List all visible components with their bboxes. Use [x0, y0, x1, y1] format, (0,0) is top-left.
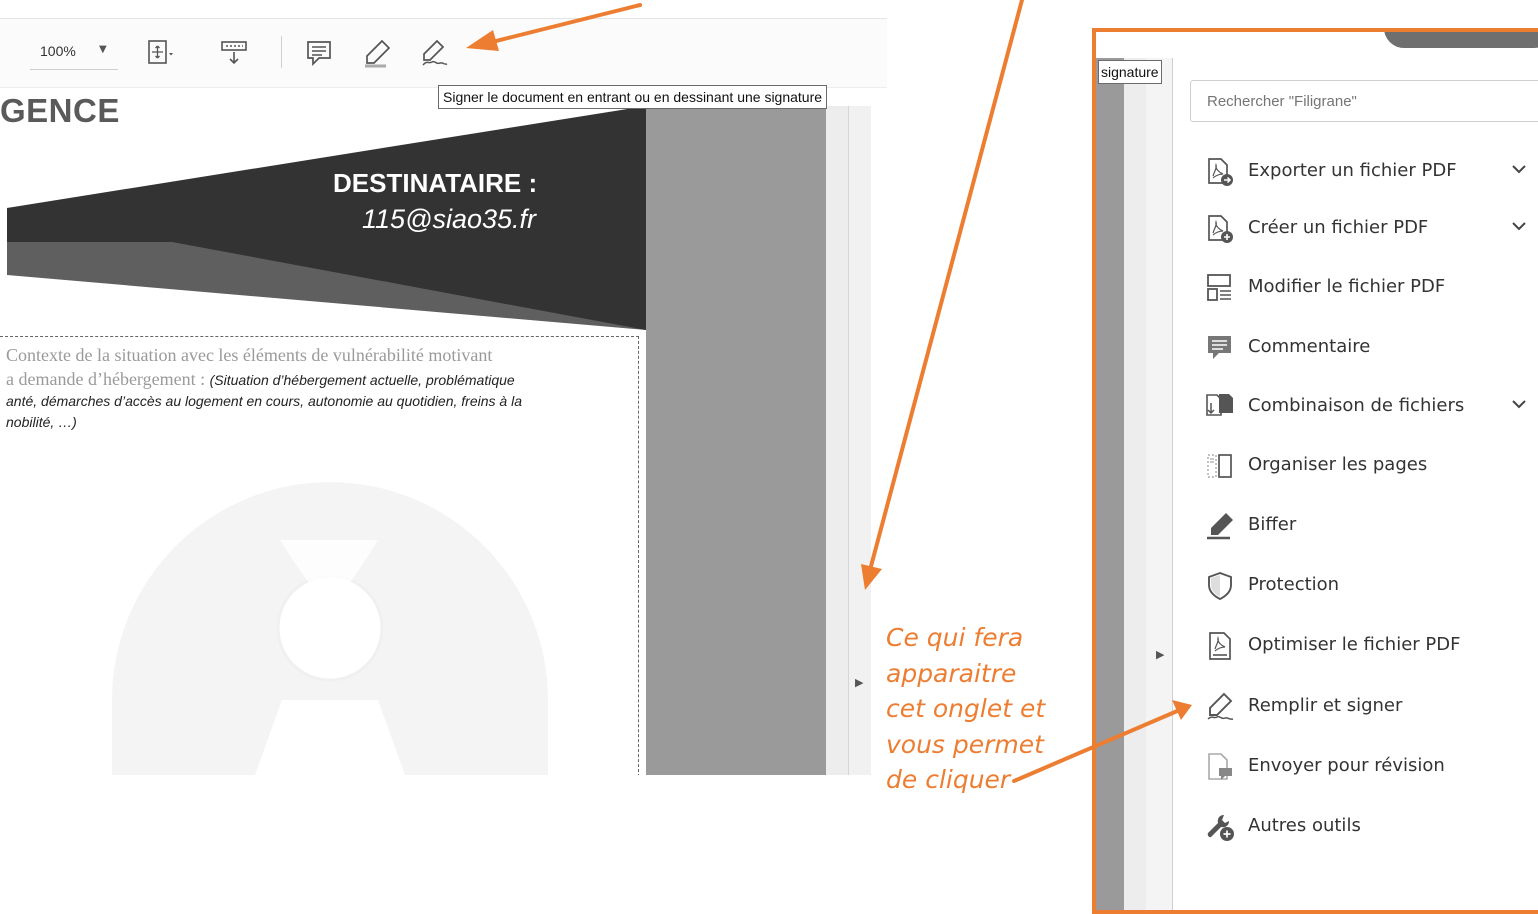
signature-tooltip: signature	[1098, 60, 1162, 84]
document-screenshot: ▶ GENCE DESTINATAIRE : 115@siao35.fr Con…	[0, 0, 887, 775]
fill-sign-icon	[1207, 692, 1234, 720]
create-pdf-icon	[1208, 215, 1233, 243]
tool-combine-files[interactable]: Combinaison de fichiers	[1196, 387, 1538, 427]
tool-send-review[interactable]: Envoyer pour révision	[1196, 747, 1538, 787]
tool-export-pdf[interactable]: Exporter un fichier PDF	[1196, 152, 1538, 192]
context-hint-line: anté, démarches d’accès au logement en c…	[6, 393, 522, 409]
combine-files-icon	[1206, 394, 1233, 416]
chevron-down-icon[interactable]	[1510, 395, 1528, 413]
tool-fill-sign[interactable]: Remplir et signer	[1196, 687, 1538, 727]
page-gutter	[1096, 58, 1124, 910]
tools-panel-screenshot: ▶ signature Exporter un fichier PDF Crée…	[1092, 28, 1538, 914]
fit-page-icon[interactable]	[145, 38, 175, 68]
zoom-dropdown[interactable]: 100%	[40, 43, 76, 59]
redact-icon	[1207, 513, 1233, 540]
chevron-down-icon[interactable]	[1510, 217, 1528, 235]
edit-pdf-icon	[1207, 274, 1231, 301]
tool-label: Créer un fichier PDF	[1248, 217, 1429, 238]
annotation-line: vous permet	[886, 729, 1044, 759]
sign-document-icon[interactable]	[419, 38, 449, 68]
recipient-email: 115@siao35.fr	[362, 204, 537, 234]
panel-expand-arrow-icon[interactable]: ▶	[855, 676, 863, 689]
tool-comment[interactable]: Commentaire	[1196, 328, 1538, 368]
tool-more-tools[interactable]: Autres outils	[1196, 807, 1538, 847]
tool-label: Optimiser le fichier PDF	[1248, 634, 1461, 655]
zoom-underline	[30, 69, 118, 70]
tool-label: Commentaire	[1248, 336, 1371, 357]
tool-edit-pdf[interactable]: Modifier le fichier PDF	[1196, 268, 1538, 308]
optimize-pdf-icon	[1209, 632, 1231, 660]
tool-protection[interactable]: Protection	[1196, 566, 1538, 606]
chevron-down-icon[interactable]	[1510, 160, 1528, 178]
annotation-line: cet onglet et	[886, 694, 1046, 723]
panel-expand-arrow-icon[interactable]: ▶	[1156, 648, 1164, 661]
vertical-scrollbar[interactable]	[1124, 58, 1146, 910]
tool-label: Organiser les pages	[1248, 454, 1428, 475]
tool-label: Exporter un fichier PDF	[1248, 160, 1457, 181]
tool-redact[interactable]: Biffer	[1196, 506, 1538, 546]
chevron-down-icon[interactable]: ▼	[99, 44, 107, 55]
context-label-line: Contexte de la situation avec les élémen…	[6, 345, 493, 365]
page-gutter	[646, 106, 826, 775]
recipient-label: DESTINATAIRE :	[333, 168, 538, 198]
shield-icon	[1208, 571, 1232, 601]
highlight-pen-icon[interactable]	[362, 38, 392, 68]
right-panel-collapsed	[849, 106, 871, 775]
annotation-line: de cliquer	[886, 765, 1011, 794]
toolbar-separator	[281, 36, 282, 68]
context-hint-line: nobilité, …)	[6, 414, 77, 430]
tool-label: Autres outils	[1248, 815, 1361, 836]
annotation-callout: Ce qui fera apparaitre cet onglet et vou…	[886, 620, 1045, 798]
tool-label: Combinaison de fichiers	[1248, 395, 1465, 416]
arrow-to-panel-toggle	[868, 0, 1024, 572]
vertical-scrollbar[interactable]	[826, 106, 848, 775]
export-pdf-icon	[1208, 158, 1233, 186]
comment-icon	[1208, 336, 1231, 359]
panel-collapse-strip	[1146, 58, 1173, 910]
sign-tooltip: Signer le document en entrant ou en dess…	[438, 85, 828, 109]
context-label-line: a demande d’hébergement : (Situation d’h…	[6, 369, 515, 389]
tool-create-pdf[interactable]: Créer un fichier PDF	[1196, 209, 1538, 249]
tool-organize-pages[interactable]: Organiser les pages	[1196, 446, 1538, 486]
send-review-icon	[1208, 753, 1232, 780]
tool-label: Envoyer pour révision	[1248, 755, 1445, 776]
more-tools-icon	[1207, 815, 1234, 841]
keyboard-scroll-icon[interactable]	[219, 38, 249, 68]
document-heading: GENCE	[0, 92, 120, 129]
tool-optimize-pdf[interactable]: Optimiser le fichier PDF	[1196, 626, 1538, 666]
comment-icon[interactable]	[304, 38, 334, 68]
organize-pages-icon	[1207, 454, 1232, 478]
annotation-line: apparaitre	[886, 658, 1017, 688]
tool-label: Remplir et signer	[1248, 695, 1403, 716]
tools-search-input[interactable]	[1190, 80, 1538, 122]
tool-label: Modifier le fichier PDF	[1248, 276, 1446, 297]
tool-label: Biffer	[1248, 514, 1297, 535]
annotation-line: Ce qui fera	[886, 623, 1024, 652]
share-button[interactable]	[1384, 32, 1538, 48]
tool-label: Protection	[1248, 574, 1340, 595]
